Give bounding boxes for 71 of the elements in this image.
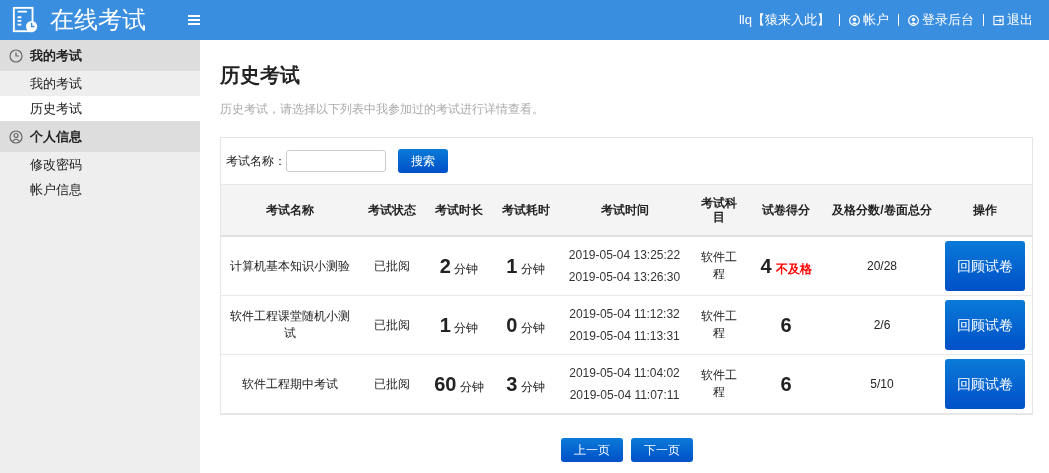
time-used-value: 3	[506, 372, 518, 395]
unit-label: 分钟	[454, 261, 479, 276]
start-time: 2019-05-04 11:12:32	[568, 306, 681, 323]
column-header: 考试耗时	[493, 184, 558, 236]
time-used-value: 0	[506, 313, 518, 336]
unit-label: 分钟	[459, 379, 484, 394]
table-cell: 软件工程	[700, 368, 737, 399]
table-cell: 已批阅	[374, 376, 410, 391]
score-value: 6	[780, 372, 792, 395]
user-icon	[908, 14, 919, 26]
column-header: 及格分数/卷面总分	[826, 184, 938, 236]
page-description: 历史考试，请选择以下列表中我参加过的考试进行详情查看。	[220, 101, 545, 118]
table-cell: 计算机基本知识小测验	[230, 258, 350, 273]
column-header: 操作	[938, 184, 1032, 236]
page-title: 历史考试	[220, 63, 301, 88]
user-name: llq【猿来入此】	[739, 11, 830, 29]
score-value: 6	[780, 313, 792, 336]
app-title: 在线考试	[50, 5, 146, 35]
page-button[interactable]: 下一页	[630, 438, 693, 462]
fail-label: 不及格	[775, 261, 812, 276]
header-link[interactable]: 帐户	[849, 11, 889, 29]
review-button[interactable]: 回顾试卷	[945, 300, 1025, 350]
review-button[interactable]: 回顾试卷	[945, 241, 1025, 291]
search-field[interactable]	[286, 150, 386, 172]
duration-value: 2	[439, 254, 451, 277]
table-cell: 已批阅	[374, 317, 410, 332]
sidebar-item[interactable]: 历史考试	[0, 96, 200, 121]
logout-icon	[993, 14, 1004, 26]
table-cell: 2/6	[873, 318, 891, 332]
unit-label: 分钟	[520, 261, 545, 276]
unit-label: 分钟	[454, 320, 479, 335]
sidebar-group-header[interactable]: 个人信息	[0, 121, 200, 152]
column-header: 试卷得分	[746, 184, 826, 236]
table-cell: 软件工程课堂随机小测试	[230, 309, 350, 340]
column-header: 考试状态	[359, 184, 425, 236]
page-button[interactable]: 上一页	[560, 438, 623, 462]
header-link[interactable]: 登录后台	[908, 11, 974, 29]
user-icon	[9, 129, 23, 144]
table-cell: 软件工程	[700, 250, 737, 281]
user-icon	[849, 14, 860, 26]
table-cell: 已批阅	[374, 258, 410, 273]
search-label: 考试名称：	[226, 152, 286, 170]
sidebar-item[interactable]: 修改密码	[0, 152, 200, 177]
sidebar-group-header[interactable]: 我的考试	[0, 40, 200, 71]
exam-sheet-clock-icon	[12, 6, 40, 34]
unit-label: 分钟	[520, 379, 545, 394]
table-cell: 软件工程	[700, 309, 737, 340]
column-header: 考试时间	[558, 184, 691, 236]
menu-icon[interactable]	[188, 15, 200, 25]
duration-value: 60	[434, 372, 457, 395]
start-time: 2019-05-04 11:04:02	[568, 365, 681, 382]
review-button[interactable]: 回顾试卷	[945, 359, 1025, 409]
table-cell: 5/10	[870, 377, 894, 391]
sidebar-item[interactable]: 我的考试	[0, 71, 200, 96]
duration-value: 1	[439, 313, 451, 336]
score-value: 4	[760, 254, 772, 277]
unit-label: 分钟	[520, 320, 545, 335]
end-time: 2019-05-04 11:13:31	[568, 328, 681, 345]
header-link[interactable]: 退出	[993, 11, 1033, 29]
column-header: 考试科目	[691, 184, 746, 236]
time-used-value: 1	[506, 254, 518, 277]
start-time: 2019-05-04 13:25:22	[567, 247, 682, 264]
table-cell: 软件工程期中考试	[242, 376, 338, 391]
sidebar-item[interactable]: 帐户信息	[0, 177, 200, 202]
clock-icon	[9, 48, 23, 63]
column-header: 考试时长	[425, 184, 493, 236]
search-button[interactable]: 搜索	[398, 149, 448, 173]
end-time: 2019-05-04 11:07:11	[568, 387, 681, 404]
table-cell: 20/28	[867, 259, 897, 273]
column-header: 考试名称	[221, 184, 359, 236]
end-time: 2019-05-04 13:26:30	[567, 269, 682, 286]
